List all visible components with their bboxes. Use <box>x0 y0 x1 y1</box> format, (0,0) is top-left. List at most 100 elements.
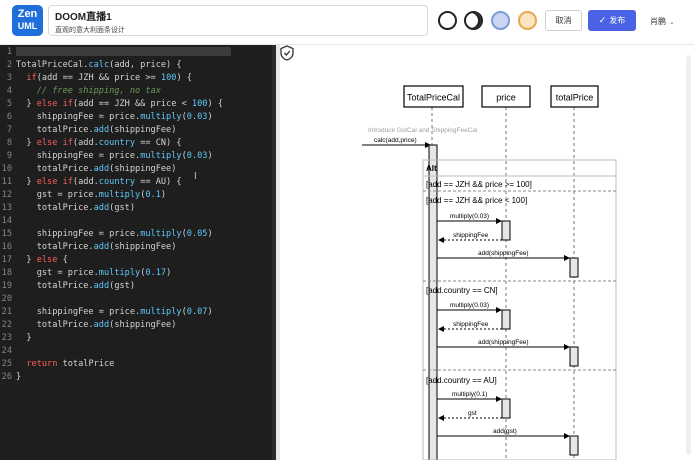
guard-3: [add.country == CN] <box>426 286 498 295</box>
code-line[interactable]: 18 gst = price.multiply(0.17) <box>0 267 276 280</box>
code-line[interactable]: 20 <box>0 293 276 306</box>
code-token: totalPrice. <box>16 281 94 291</box>
entry-message-label: calc(add,price) <box>374 137 417 144</box>
code-line[interactable]: 12 gst = price.multiply(0.1) <box>0 189 276 202</box>
code-line[interactable]: 17 } else { <box>0 254 276 267</box>
code-line[interactable]: 4 // free shipping, no tax <box>0 85 276 98</box>
code-line[interactable]: 9 shippingFee = price.multiply(0.03) <box>0 150 276 163</box>
line-number: 18 <box>1 268 12 278</box>
code-line[interactable]: 22 totalPrice.add(shippingFee) <box>0 319 276 332</box>
code-token: == CN) { <box>135 138 182 148</box>
line-number: 1 <box>6 47 12 57</box>
code-line[interactable]: 11 } else if(add.country == AU) { <box>0 176 276 189</box>
code-identifier: multiply <box>140 151 182 161</box>
code-line[interactable]: 2 TotalPriceCal.calc(add, price) { <box>0 59 276 72</box>
line-number: 14 <box>1 216 12 226</box>
line-number: 26 <box>1 372 12 382</box>
diagram-note: Introduce GstCal and ShippingFeeCal <box>368 127 478 134</box>
code-token: shippingFee = price. <box>16 151 141 161</box>
code-text: } else if(add.country == CN) { <box>16 137 182 150</box>
code-keyword: else if <box>36 177 73 187</box>
code-token: ) <box>207 229 213 239</box>
guard-2: [add == JZH && price < 100] <box>426 196 527 205</box>
diagram-title[interactable]: DOOM直播1 <box>55 8 112 23</box>
code-token: gst = price. <box>16 268 99 278</box>
line-number: 9 <box>6 151 12 161</box>
diagram-title-field[interactable]: DOOM直播1 直观的意大利面条设计 <box>48 5 428 36</box>
line-number: 13 <box>1 203 12 213</box>
publish-button[interactable]: ✓ 发布 <box>588 10 636 31</box>
code-text: shippingFee = price.multiply(0.03) <box>16 111 213 124</box>
shield-check-icon[interactable] <box>280 45 294 61</box>
code-line[interactable]: 23 } <box>0 332 276 345</box>
code-editor[interactable]: I 1 2 TotalPriceCal.calc(add, price) {3 if… <box>0 45 276 460</box>
code-text: totalPrice.add(shippingFee) <box>16 163 177 176</box>
code-line[interactable]: 15 shippingFee = price.multiply(0.05) <box>0 228 276 241</box>
code-line[interactable]: 21 shippingFee = price.multiply(0.07) <box>0 306 276 319</box>
code-line[interactable]: 19 totalPrice.add(gst) <box>0 280 276 293</box>
code-line[interactable]: 1 <box>0 46 276 59</box>
user-name: 肖鹏 <box>650 17 666 26</box>
code-line[interactable]: 3 if(add == JZH && price >= 100) { <box>0 72 276 85</box>
diagram-subtitle[interactable]: 直观的意大利面条设计 <box>55 25 125 35</box>
activation-price-2 <box>501 309 511 330</box>
code-token: TotalPriceCal. <box>16 60 89 70</box>
code-line[interactable]: 14 <box>0 215 276 228</box>
code-line[interactable]: 6 shippingFee = price.multiply(0.03) <box>0 111 276 124</box>
msg-return-2-label: shippingFee <box>453 321 489 328</box>
sequence-diagram: TotalPriceCal price totalPrice Introduce… <box>362 85 617 460</box>
code-text: } else if(add == JZH && price < 100) { <box>16 98 223 111</box>
code-token: (gst) <box>109 281 136 291</box>
alt-label: Alt <box>426 164 437 173</box>
line-number: 8 <box>6 138 12 148</box>
code-text: shippingFee = price.multiply(0.03) <box>16 150 213 163</box>
code-keyword: else if <box>36 138 73 148</box>
code-line[interactable]: 13 totalPrice.add(gst) <box>0 202 276 215</box>
code-text: totalPrice.add(shippingFee) <box>16 319 177 332</box>
code-line[interactable]: 16 totalPrice.add(shippingFee) <box>0 241 276 254</box>
theme-white-swatch[interactable] <box>438 11 457 30</box>
code-identifier: calc <box>88 60 110 70</box>
code-identifier: multiply <box>140 112 182 122</box>
code-token: ) { <box>207 99 223 109</box>
code-text: totalPrice.add(gst) <box>16 202 135 215</box>
code-line[interactable]: 25 return totalPrice <box>0 358 276 371</box>
activation-totalprice-3 <box>569 435 579 456</box>
code-identifier: multiply <box>98 190 141 200</box>
cancel-button[interactable]: 取消 <box>545 10 582 31</box>
code-token: (add == JZH && price < <box>72 99 192 109</box>
app-header: Zen UML DOOM直播1 直观的意大利面条设计 取消 ✓ 发布 肖鹏 ⌄ <box>0 0 694 45</box>
code-identifier: multiply <box>98 268 141 278</box>
code-identifier: add <box>93 164 110 174</box>
code-identifier: 0.05 <box>186 229 208 239</box>
code-line[interactable]: 10 totalPrice.add(shippingFee) <box>0 163 276 176</box>
theme-orange-swatch[interactable] <box>518 11 537 30</box>
code-line[interactable]: 5 } else if(add == JZH && price < 100) { <box>0 98 276 111</box>
chevron-down-icon: ⌄ <box>669 19 675 26</box>
code-text: } <box>16 332 31 345</box>
line-number: 22 <box>1 320 12 330</box>
msg-multiply-3-label: multiply(0.1) <box>452 391 487 398</box>
line-number: 15 <box>1 229 12 239</box>
participant-label-totalpricecal: TotalPriceCal <box>407 93 460 103</box>
theme-blue-swatch[interactable] <box>491 11 510 30</box>
activation-totalpricecal <box>428 144 438 460</box>
check-icon: ✓ <box>598 15 607 25</box>
code-line[interactable]: 8 } else if(add.country == CN) { <box>0 137 276 150</box>
activation-price-3 <box>501 398 511 419</box>
user-menu[interactable]: 肖鹏 ⌄ <box>650 16 675 27</box>
code-line[interactable]: 24 <box>0 345 276 358</box>
logo-text-zen: Zen <box>17 8 38 20</box>
theme-dark-swatch[interactable] <box>464 11 483 30</box>
code-token: ) <box>160 190 167 200</box>
code-line[interactable]: 7 totalPrice.add(shippingFee) <box>0 124 276 137</box>
code-identifier: multiply <box>140 229 182 239</box>
line-number: 16 <box>1 242 12 252</box>
code-token: totalPrice. <box>16 125 94 135</box>
code-text: if(add == JZH && price >= 100) { <box>16 72 192 85</box>
code-text: } else if(add.country == AU) { <box>16 176 181 189</box>
preview-scrollbar[interactable] <box>686 55 691 455</box>
code-line[interactable]: 26} <box>0 371 276 384</box>
code-token: (shippingFee) <box>109 320 177 330</box>
code-token: (add. <box>72 138 99 148</box>
